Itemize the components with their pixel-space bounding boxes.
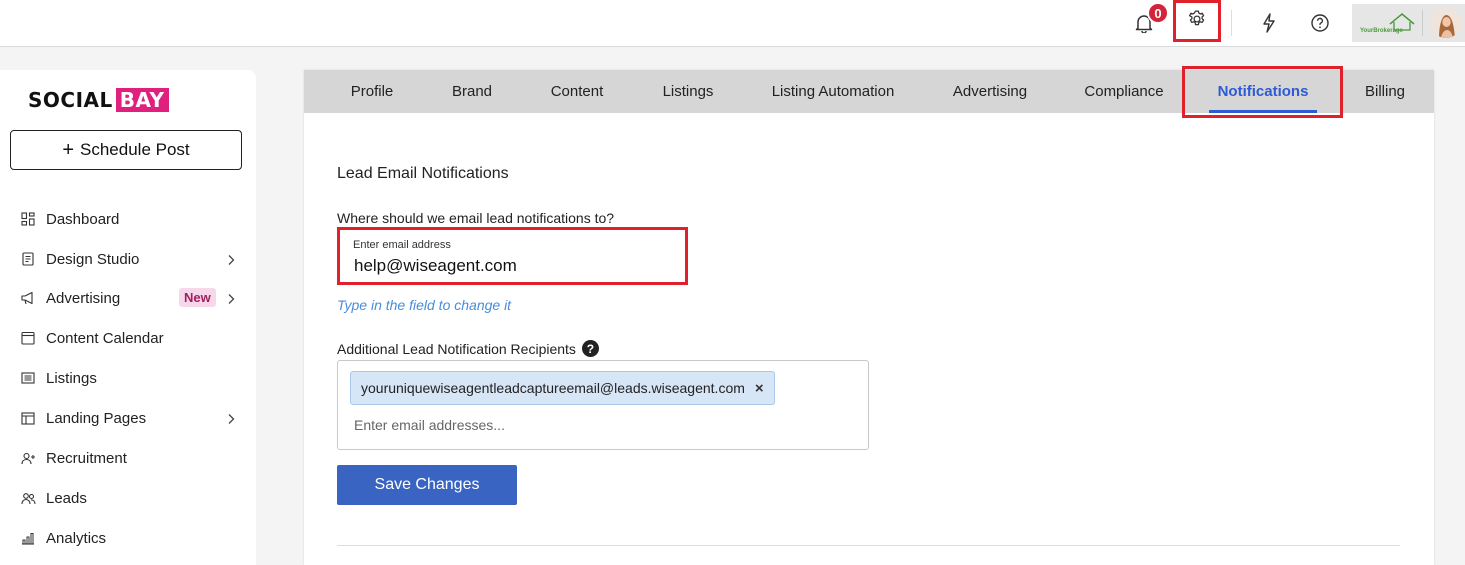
sidebar-item-label: Design Studio: [46, 250, 140, 268]
tab-listing-automation[interactable]: Listing Automation: [759, 70, 907, 113]
plus-icon: +: [62, 139, 75, 161]
notification-count-badge: 0: [1147, 2, 1169, 24]
sidebar-item-listings[interactable]: Listings: [0, 358, 256, 398]
tab-highlight: [1182, 66, 1343, 118]
recipients-placeholder[interactable]: Enter email addresses...: [354, 417, 505, 433]
logo-text: SOCIAL: [28, 88, 113, 112]
list-icon: [20, 370, 36, 386]
megaphone-icon: [20, 290, 36, 306]
sidebar-item-label: Leads: [46, 489, 87, 507]
email-hint: Type in the field to change it: [337, 297, 512, 313]
recipient-chip-label: youruniquewiseagentleadcaptureemail@lead…: [361, 380, 745, 396]
email-question-label: Where should we email lead notifications…: [337, 210, 615, 226]
recipient-chip: youruniquewiseagentleadcaptureemail@lead…: [350, 371, 775, 405]
calendar-icon: [20, 330, 36, 346]
sidebar-item-analytics[interactable]: Analytics: [0, 518, 256, 558]
help-circle-icon[interactable]: ?: [581, 340, 599, 357]
divider: [1231, 10, 1232, 36]
additional-recipients-text: Additional Lead Notification Recipients: [337, 340, 576, 357]
socialbay-logo[interactable]: SOCIAL BAY: [28, 86, 169, 114]
account-menu[interactable]: YourBrokerage: [1352, 4, 1465, 42]
sidebar-item-label: Listings: [46, 369, 97, 387]
sidebar-item-label: Recruitment: [46, 449, 127, 467]
recipients-input[interactable]: youruniquewiseagentleadcaptureemail@lead…: [337, 360, 869, 450]
additional-recipients-label: Additional Lead Notification Recipients …: [337, 340, 599, 357]
sidebar-item-label: Advertising: [46, 289, 121, 307]
email-field-placeholder: Enter email address: [353, 239, 451, 251]
sidebar-item-recruitment[interactable]: Recruitment: [0, 438, 256, 478]
chevron-right-icon: [225, 292, 237, 304]
schedule-post-label: Schedule Post: [80, 140, 190, 159]
new-badge: New: [179, 288, 216, 307]
save-changes-button[interactable]: Save Changes: [337, 465, 517, 505]
sidebar-item-label: Landing Pages: [46, 409, 147, 427]
tab-content[interactable]: Content: [537, 70, 617, 113]
sidebar-item-label: Content Calendar: [46, 329, 164, 347]
tab-compliance[interactable]: Compliance: [1073, 70, 1175, 113]
chevron-right-icon: [225, 412, 237, 424]
bar-chart-icon: [20, 530, 36, 546]
avatar[interactable]: [1431, 8, 1461, 38]
schedule-post-button[interactable]: + Schedule Post: [10, 130, 242, 170]
help-icon[interactable]: [1309, 12, 1331, 34]
sidebar: SOCIAL BAY + Schedule Post Dashboard Des…: [0, 70, 256, 565]
tab-brand[interactable]: Brand: [440, 70, 504, 113]
sidebar-item-landing-pages[interactable]: Landing Pages: [0, 398, 256, 438]
settings-panel: Profile Brand Content Listings Listing A…: [304, 66, 1434, 565]
layout-icon: [20, 410, 36, 426]
sidebar-item-advertising[interactable]: Advertising New: [0, 278, 256, 318]
close-icon[interactable]: ×: [755, 380, 764, 397]
gear-icon: [1187, 9, 1207, 34]
settings-button[interactable]: [1173, 0, 1221, 42]
sidebar-item-label: Dashboard: [46, 210, 120, 228]
lead-email-field[interactable]: Enter email address help@wiseagent.com: [337, 227, 688, 285]
tab-advertising[interactable]: Advertising: [940, 70, 1040, 113]
tab-listings[interactable]: Listings: [650, 70, 726, 113]
logo-highlight-text: BAY: [115, 88, 169, 112]
top-bar: 0 YourBrokerage: [0, 0, 1465, 47]
users-icon: [20, 490, 36, 506]
email-field-value[interactable]: help@wiseagent.com: [354, 256, 517, 276]
divider: [1422, 10, 1423, 36]
brokerage-logo-text: YourBrokerage: [1360, 28, 1403, 34]
section-title: Lead Email Notifications: [337, 165, 509, 182]
sidebar-item-content-calendar[interactable]: Content Calendar: [0, 318, 256, 358]
chevron-right-icon: [225, 253, 237, 265]
tab-billing[interactable]: Billing: [1354, 70, 1416, 113]
divider: [337, 545, 1400, 546]
grid-icon: [20, 211, 36, 227]
document-icon: [20, 251, 36, 267]
sidebar-item-dashboard[interactable]: Dashboard: [0, 199, 256, 239]
sidebar-item-label: Analytics: [46, 529, 107, 547]
sidebar-item-leads[interactable]: Leads: [0, 478, 256, 518]
brokerage-logo: YourBrokerage: [1360, 10, 1416, 36]
add-user-icon: [20, 450, 36, 466]
sidebar-item-design-studio[interactable]: Design Studio: [0, 239, 256, 279]
tab-profile[interactable]: Profile: [337, 70, 407, 113]
lightning-icon[interactable]: [1258, 12, 1280, 34]
